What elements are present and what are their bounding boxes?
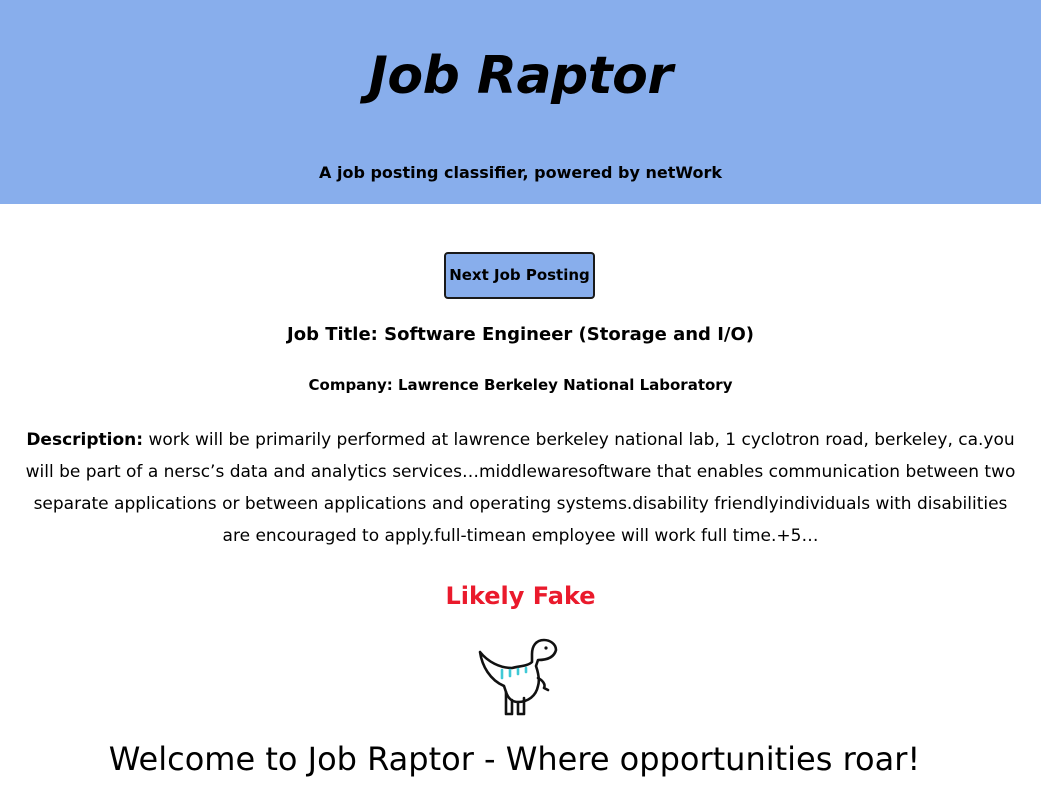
- next-job-posting-button[interactable]: Next Job Posting: [444, 252, 595, 299]
- company-name: Company: Lawrence Berkeley National Labo…: [308, 376, 733, 394]
- job-title: Job Title: Software Engineer (Storage an…: [287, 324, 754, 345]
- app-subtitle: A job posting classifier, powered by net…: [319, 163, 722, 182]
- header-banner: Job Raptor A job posting classifier, pow…: [0, 0, 1041, 204]
- app-title: Job Raptor: [368, 46, 673, 106]
- dinosaur-icon: [478, 638, 558, 716]
- description-text: work will be primarily performed at lawr…: [25, 430, 1016, 546]
- description-label: Description:: [26, 430, 144, 450]
- classification-result: Likely Fake: [445, 582, 596, 610]
- welcome-message: Welcome to Job Raptor - Where opportunit…: [108, 740, 921, 778]
- job-description: Description: work will be primarily perf…: [20, 424, 1021, 552]
